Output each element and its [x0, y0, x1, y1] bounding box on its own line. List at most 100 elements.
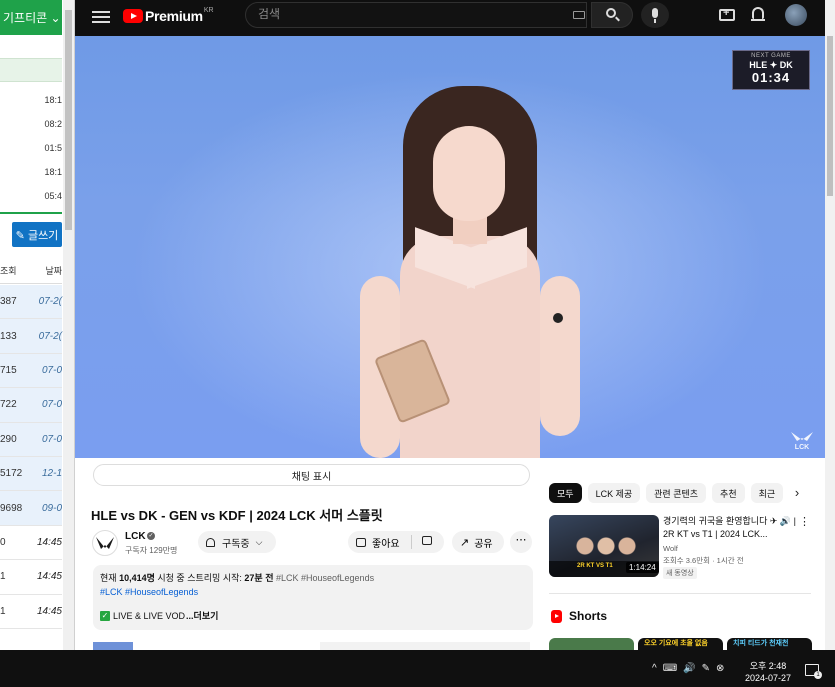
- status-icon[interactable]: ⊗: [716, 663, 724, 674]
- chip-related[interactable]: 관련 콘텐츠: [646, 483, 707, 503]
- chip-recent[interactable]: 최근: [750, 483, 784, 503]
- next-game-countdown: 01:34: [751, 70, 791, 85]
- viewer-count: 10,414명: [119, 573, 155, 583]
- left-scrollbar[interactable]: [63, 0, 74, 650]
- notifications-bell-icon[interactable]: [751, 7, 765, 21]
- create-video-icon[interactable]: [719, 7, 735, 21]
- table-row[interactable]: 9698 09-0: [0, 491, 62, 526]
- background-board-window: 기프티콘 ⌄ 18:1 08:2 01:5 18:1 05:4 ✎ 글쓰기 조회…: [0, 0, 75, 650]
- windows-taskbar: ^ ⌨ 🔊 ✎ ⊗: [0, 650, 835, 687]
- recommended-channel[interactable]: Wolf: [663, 544, 678, 553]
- row-date: 07-0: [41, 399, 62, 411]
- section-separator: [549, 593, 811, 594]
- table-row[interactable]: 290 07-0: [0, 422, 62, 457]
- row-views: 5172: [0, 468, 23, 480]
- table-row[interactable]: 387 07-2(: [0, 285, 62, 320]
- keyboard-icon[interactable]: [573, 11, 585, 19]
- chevron-right-icon[interactable]: ›: [786, 484, 808, 504]
- short-card[interactable]: [549, 638, 634, 650]
- arm-right: [540, 276, 580, 436]
- dislike-button[interactable]: [412, 536, 438, 548]
- search-button[interactable]: [591, 2, 633, 28]
- recommended-title[interactable]: 경기력의 귀국을 환영합니다 ✈ 🔊 | 2R KT vs T1 | 2024 …: [663, 515, 803, 541]
- like-button[interactable]: 좋아요: [348, 535, 412, 550]
- system-tray: ^ ⌨ 🔊 ✎ ⊗: [652, 663, 724, 674]
- row-date: 09-0: [41, 502, 62, 514]
- row-date: 14:45: [36, 605, 62, 617]
- col-views: 조회: [0, 266, 17, 276]
- row-views: 715: [0, 364, 17, 376]
- description-box[interactable]: 현재 10,414명 시청 중 스트리밍 시작: 27분 전 #LCK #Hou…: [93, 565, 533, 630]
- hashtag-links[interactable]: #LCK #HouseofLegends: [100, 587, 526, 597]
- live-chip-partial: [93, 642, 133, 650]
- stream-start-time: 27분 전: [244, 573, 274, 583]
- youtube-logo[interactable]: Premium KR: [123, 7, 214, 24]
- show-more-link[interactable]: ...더보기: [186, 609, 218, 622]
- youtube-play-icon: [123, 9, 143, 23]
- short-card[interactable]: 오오 기요에 초올 없음: [638, 638, 723, 650]
- page-scrollbar[interactable]: [825, 0, 835, 650]
- card-partial: [320, 642, 530, 650]
- more-actions-button[interactable]: ⋯: [510, 531, 532, 553]
- taskbar-clock[interactable]: 오후 2:48 2024-07-27: [742, 660, 794, 684]
- row-views: 0: [0, 536, 6, 548]
- screen: 기프티콘 ⌄ 18:1 08:2 01:5 18:1 05:4 ✎ 글쓰기 조회…: [0, 0, 835, 687]
- section-divider: [0, 212, 62, 214]
- stats-tags: #LCK #HouseofLegends: [276, 573, 375, 583]
- snippet-text: LIVE & LIVE VOD: [113, 610, 186, 621]
- chip-from-lck[interactable]: LCK 제공: [587, 483, 641, 503]
- time-item: 18:1: [44, 167, 62, 177]
- pen-icon[interactable]: ✎: [702, 663, 710, 674]
- stats-mid: 시청 중 스트리밍 시작:: [154, 573, 245, 583]
- header-band: [0, 58, 62, 82]
- share-label: 공유: [474, 538, 493, 550]
- next-game-label: NEXT GAME: [751, 53, 791, 59]
- row-date: 07-0: [41, 433, 62, 445]
- channel-avatar[interactable]: [92, 530, 118, 556]
- short-card[interactable]: 치피 티드가 천재천: [727, 638, 812, 650]
- show-chat-button[interactable]: 채팅 표시: [93, 464, 530, 486]
- share-button[interactable]: ↗ 공유: [452, 531, 504, 553]
- col-date: 날짜: [45, 266, 62, 276]
- bell-icon: [206, 537, 215, 547]
- table-row[interactable]: 0 14:45: [0, 526, 62, 561]
- gifticon-button[interactable]: 기프티콘 ⌄: [0, 0, 62, 35]
- table-row[interactable]: 722 07-0: [0, 388, 62, 423]
- scroll-thumb[interactable]: [65, 10, 72, 230]
- show-hidden-icons-icon[interactable]: ^: [652, 663, 657, 674]
- video-player[interactable]: NEXT GAME HLE ✦ DK 01:34 LCK: [75, 36, 825, 458]
- lck-watermark: LCK: [791, 432, 813, 451]
- video-title: HLE vs DK - GEN vs KDF | 2024 LCK 서머 스플릿: [91, 508, 383, 523]
- notification-center-icon[interactable]: 1: [805, 664, 822, 679]
- search-box[interactable]: [245, 2, 587, 28]
- subscriber-count: 구독자 129만명: [125, 546, 178, 555]
- shorts-heading: Shorts: [569, 609, 608, 623]
- volume-icon[interactable]: 🔊: [683, 663, 695, 674]
- row-date: 14:45: [36, 571, 62, 583]
- clock-date: 2024-07-27: [744, 673, 792, 683]
- kebab-menu-icon[interactable]: ⋮: [799, 515, 810, 528]
- chip-all[interactable]: 모두: [549, 483, 582, 503]
- hamburger-menu-icon[interactable]: [92, 8, 110, 26]
- scroll-thumb[interactable]: [827, 36, 833, 196]
- table-row[interactable]: 1 14:45: [0, 560, 62, 595]
- row-views: 290: [0, 433, 17, 445]
- table-row[interactable]: 715 07-0: [0, 353, 62, 389]
- table-row[interactable]: 5172 12-1: [0, 456, 62, 492]
- recommended-thumbnail[interactable]: 2R KT VS T1 1:14:24: [549, 515, 659, 577]
- thumbnail-tag: 2R KT VS T1: [577, 563, 613, 569]
- board-rows: 387 07-2( 133 07-2( 715 07-0 722 07-0 290 07-…: [0, 285, 62, 629]
- subscribed-button[interactable]: 구독중 ⌵: [198, 531, 276, 553]
- search-input[interactable]: [258, 7, 558, 21]
- description-snippet: ✓ LIVE & LIVE VOD ...더보기: [100, 609, 526, 622]
- voice-search-button[interactable]: [641, 2, 669, 28]
- chip-recommended[interactable]: 추천: [712, 483, 745, 503]
- account-avatar[interactable]: [785, 4, 807, 26]
- like-label: 좋아요: [372, 538, 400, 550]
- input-method-icon[interactable]: ⌨: [663, 663, 677, 674]
- time-item: 01:5: [44, 143, 62, 153]
- table-row[interactable]: 133 07-2(: [0, 319, 62, 354]
- channel-name[interactable]: LCK: [125, 531, 146, 542]
- write-post-button[interactable]: ✎ 글쓰기: [12, 222, 62, 247]
- table-row[interactable]: 1 14:45: [0, 595, 62, 629]
